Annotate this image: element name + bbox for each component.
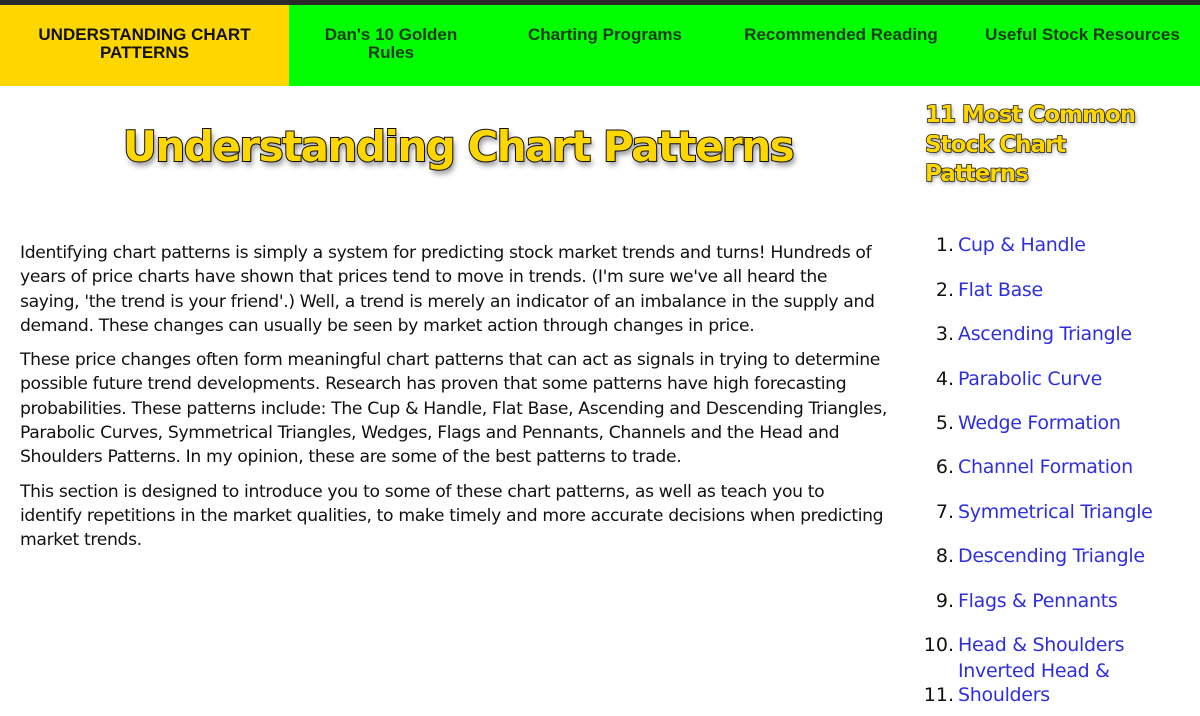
nav-item-useful-stock-resources[interactable]: Useful Stock Resources <box>965 5 1200 86</box>
pattern-link-inverted-head-shoulders[interactable]: Inverted Head & Shoulders <box>958 659 1158 707</box>
nav-item-understanding-chart-patterns[interactable]: UNDERSTANDING CHART PATTERNS <box>0 5 289 86</box>
list-number: 7. <box>935 500 954 523</box>
list-item: 8. Descending Triangle <box>910 524 1200 568</box>
list-number: 2. <box>935 278 954 301</box>
list-number: 11. <box>923 683 954 706</box>
list-number: 9. <box>935 589 954 612</box>
pattern-link-cup-handle[interactable]: Cup & Handle <box>958 233 1086 257</box>
pattern-link-symmetrical-triangle[interactable]: Symmetrical Triangle <box>958 500 1153 524</box>
list-number: 5. <box>935 411 954 434</box>
nav-item-golden-rules[interactable]: Dan's 10 Golden Rules <box>289 5 493 86</box>
pattern-link-head-shoulders[interactable]: Head & Shoulders <box>958 633 1125 657</box>
pattern-link-channel-formation[interactable]: Channel Formation <box>958 455 1133 479</box>
main-nav: UNDERSTANDING CHART PATTERNS Dan's 10 Go… <box>0 5 1200 86</box>
list-number: 3. <box>935 323 954 346</box>
nav-item-recommended-reading[interactable]: Recommended Reading <box>717 5 965 86</box>
list-item: 5. Wedge Formation <box>910 391 1200 435</box>
patterns-paragraph: These price changes often form meaningfu… <box>20 350 887 468</box>
list-item: 7. Symmetrical Triangle <box>910 479 1200 523</box>
list-number: 6. <box>935 456 954 479</box>
pattern-link-flat-base[interactable]: Flat Base <box>958 278 1043 302</box>
intro-paragraph: Identifying chart patterns is simply a s… <box>20 243 875 336</box>
list-item: 4. Parabolic Curve <box>910 346 1200 390</box>
nav-item-label: Dan's 10 Golden <box>324 25 458 44</box>
nav-item-label: UNDERSTANDING CHART <box>38 25 251 44</box>
list-item: 9. Flags & Pennants <box>910 568 1200 612</box>
list-item: 1. Cup & Handle <box>910 213 1200 257</box>
list-number: 4. <box>935 367 954 390</box>
sidebar-title: 11 Most Common Stock Chart Patterns <box>924 101 1195 190</box>
nav-item-label: Charting Programs <box>528 25 682 44</box>
sidebar-title-line: Stock Chart <box>924 131 1067 158</box>
sidebar-title-line: 11 Most Common <box>924 101 1137 128</box>
nav-item-charting-programs[interactable]: Charting Programs <box>493 5 717 86</box>
pattern-link-wedge-formation[interactable]: Wedge Formation <box>958 411 1121 435</box>
pattern-link-ascending-triangle[interactable]: Ascending Triangle <box>958 322 1132 346</box>
pattern-link-descending-triangle[interactable]: Descending Triangle <box>958 544 1145 568</box>
list-item: 3. Ascending Triangle <box>910 302 1200 346</box>
list-item: 10. Head & Shoulders <box>910 613 1200 657</box>
nav-item-label: PATTERNS <box>99 43 190 62</box>
nav-item-label: Recommended Reading <box>744 25 938 44</box>
list-item: 6. Channel Formation <box>910 435 1200 479</box>
sidebar-title-line: Patterns <box>924 160 1029 187</box>
list-number: 1. <box>935 234 954 257</box>
page-title: Understanding Chart Patterns <box>122 121 796 172</box>
list-number: 8. <box>935 545 954 568</box>
list-item: 2. Flat Base <box>910 257 1200 301</box>
pattern-link-parabolic-curve[interactable]: Parabolic Curve <box>958 367 1102 391</box>
list-item: 11. Inverted Head & Shoulders <box>910 657 1200 707</box>
list-number: 10. <box>923 633 954 656</box>
nav-item-label: Useful Stock Resources <box>985 25 1180 44</box>
section-purpose-paragraph: This section is designed to introduce yo… <box>20 481 884 551</box>
pattern-link-flags-pennants[interactable]: Flags & Pennants <box>958 589 1118 613</box>
nav-item-label: Rules <box>367 43 415 62</box>
main-content: Identifying chart patterns is simply a s… <box>20 241 890 563</box>
patterns-list: 1. Cup & Handle 2. Flat Base 3. Ascending T… <box>910 213 1200 707</box>
